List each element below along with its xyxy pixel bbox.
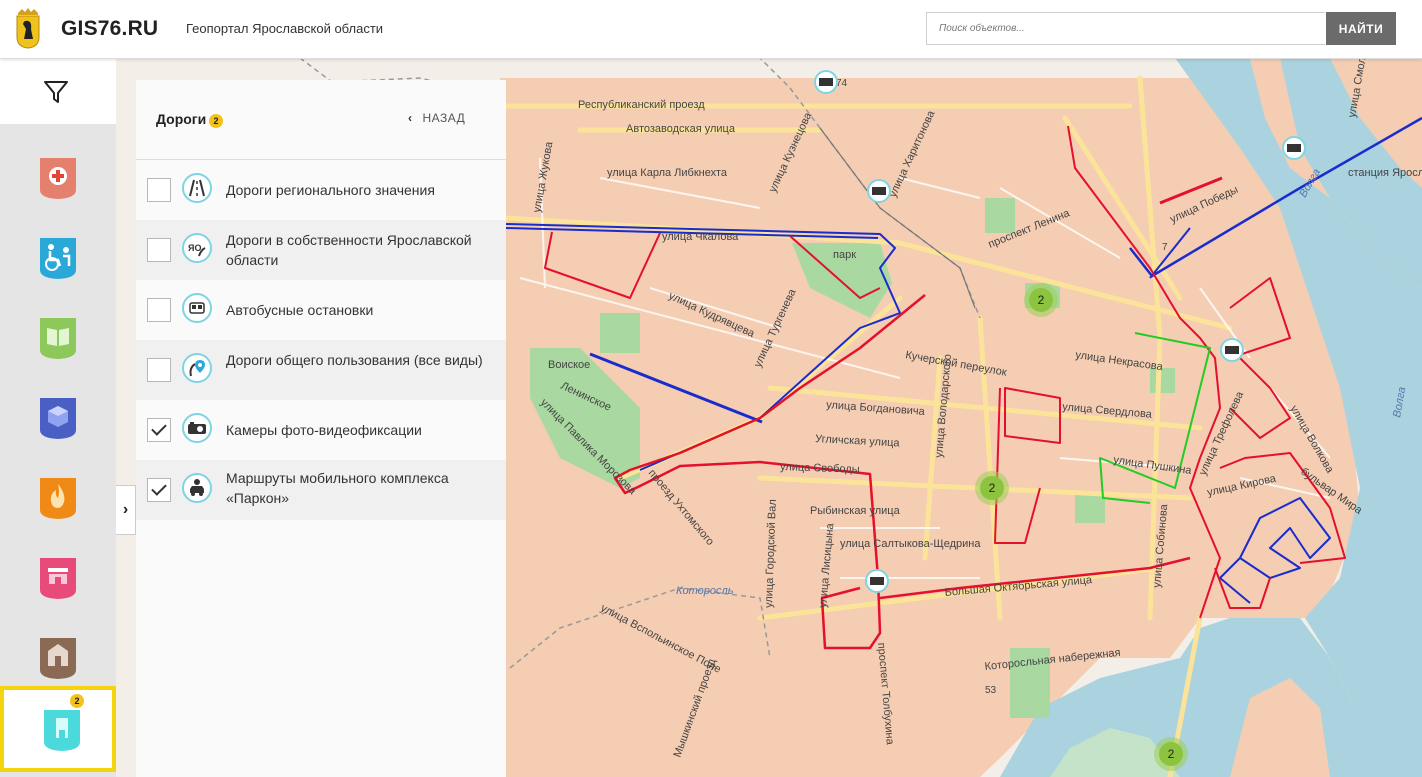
layer-item[interactable]: ЯО Дороги в собственности Ярославской об… (136, 220, 506, 280)
layer-checkbox[interactable] (147, 358, 171, 382)
panel-count-badge: 2 (209, 114, 223, 128)
layer-label: Дороги регионального значения (226, 182, 435, 198)
category-emergency[interactable] (0, 458, 116, 538)
top-header: GIS76.RU Геопортал Ярославской области Н… (0, 0, 1422, 59)
layer-label: Камеры фото-видеофиксации (226, 422, 422, 438)
panel-header: Дороги 2 ‹ НАЗАД (136, 80, 506, 160)
fire-icon (40, 478, 76, 519)
panel-title: Дороги (156, 111, 207, 127)
cluster-marker[interactable]: 2 (1154, 737, 1188, 771)
map-label-stantsiya: станция Ярославль (1348, 167, 1422, 179)
camera-marker[interactable] (1220, 338, 1244, 362)
search-button[interactable]: НАЙТИ (1326, 12, 1396, 45)
map-label-voiskoe: Воиское (548, 359, 590, 371)
category-security[interactable] (0, 378, 116, 458)
layer-label: Дороги в собственности Ярославской облас… (226, 232, 472, 268)
cluster-marker[interactable]: 2 (975, 471, 1009, 505)
medical-cross-icon (40, 158, 76, 199)
chevron-left-icon: ‹ (408, 111, 413, 125)
panel-collapse-toggle[interactable]: › (116, 485, 136, 535)
camera-icon (182, 413, 212, 443)
back-button[interactable]: ‹ НАЗАД (408, 111, 465, 125)
map-label-chkalova: улица Чкалова (662, 231, 739, 243)
layer-item[interactable]: Камеры фото-видеофиксации (136, 400, 506, 460)
building-icon (40, 638, 76, 679)
map-label-kotorosl: Которосль (676, 585, 734, 597)
wheelchair-icon (40, 238, 76, 279)
category-transport[interactable]: 2 (0, 686, 116, 772)
filter-button[interactable] (0, 59, 116, 124)
shop-icon (40, 558, 76, 599)
site-subtitle: Геопортал Ярославской области (186, 21, 384, 36)
cluster-count: 2 (989, 481, 996, 495)
layer-item[interactable]: Дороги регионального значения (136, 160, 506, 220)
map-pin-road-icon (182, 353, 212, 383)
layer-checkbox[interactable] (147, 478, 171, 502)
layer-label: Автобусные остановки (226, 302, 374, 318)
layer-checkbox[interactable] (147, 238, 171, 262)
map-label-avtozavodskaya: Автозаводская улица (626, 123, 736, 135)
map-label-respublikansky: Республиканский проезд (578, 99, 705, 111)
layer-checkbox[interactable] (147, 418, 171, 442)
category-education[interactable] (0, 298, 116, 378)
layers-panel: Дороги 2 ‹ НАЗАД Дороги регионального зна… (136, 80, 506, 777)
cluster-count: 2 (1038, 293, 1045, 307)
yao-road-icon: ЯО (182, 233, 212, 263)
camera-marker[interactable] (867, 179, 891, 203)
book-icon (40, 318, 76, 359)
search-input[interactable] (926, 12, 1325, 45)
layer-item[interactable]: Маршруты мобильного комплекса «Паркон» (136, 460, 506, 520)
chevron-right-icon: › (122, 501, 129, 518)
transport-tower-icon (44, 710, 80, 751)
site-brand[interactable]: GIS76.RU (61, 17, 158, 41)
category-social[interactable] (0, 218, 116, 298)
cluster-marker[interactable]: 2 (1024, 283, 1058, 317)
parkon-car-icon (182, 473, 212, 503)
cluster-count: 2 (1168, 747, 1175, 761)
category-sidebar: 2 (0, 59, 116, 777)
category-health[interactable] (0, 138, 116, 218)
highway-icon (182, 173, 212, 203)
layer-checkbox[interactable] (147, 298, 171, 322)
bus-stop-icon (182, 293, 212, 323)
layer-label: Дороги общего пользования (все виды) (226, 352, 483, 368)
map-label-7: 7 (1162, 242, 1168, 253)
layer-label: Маршруты мобильного комплекса «Паркон» (226, 470, 449, 506)
camera-marker[interactable] (1282, 136, 1306, 160)
layer-item[interactable]: Дороги общего пользования (все виды) (136, 340, 506, 400)
coat-of-arms-logo[interactable] (14, 7, 42, 49)
filter-icon (44, 81, 68, 103)
category-commerce[interactable] (0, 538, 116, 618)
camera-marker[interactable] (865, 569, 889, 593)
camera-marker[interactable] (814, 70, 838, 94)
shield-cube-icon (40, 398, 76, 439)
svg-text:ЯО: ЯО (188, 243, 201, 253)
layer-checkbox[interactable] (147, 178, 171, 202)
layer-item[interactable]: Автобусные остановки (136, 280, 506, 340)
category-count-badge: 2 (70, 694, 84, 708)
header-scrollbar (1410, 0, 1422, 58)
map-label-saltykova: улица Салтыкова-Щедрина (840, 538, 981, 550)
back-label: НАЗАД (422, 111, 466, 125)
map-label-park: парк (833, 249, 856, 261)
map-label-rybinskaya: Рыбинская улица (810, 505, 901, 517)
map-label-53: 53 (985, 685, 997, 696)
map-label-karla-libknehta: улица Карла Либкнехта (607, 167, 728, 179)
